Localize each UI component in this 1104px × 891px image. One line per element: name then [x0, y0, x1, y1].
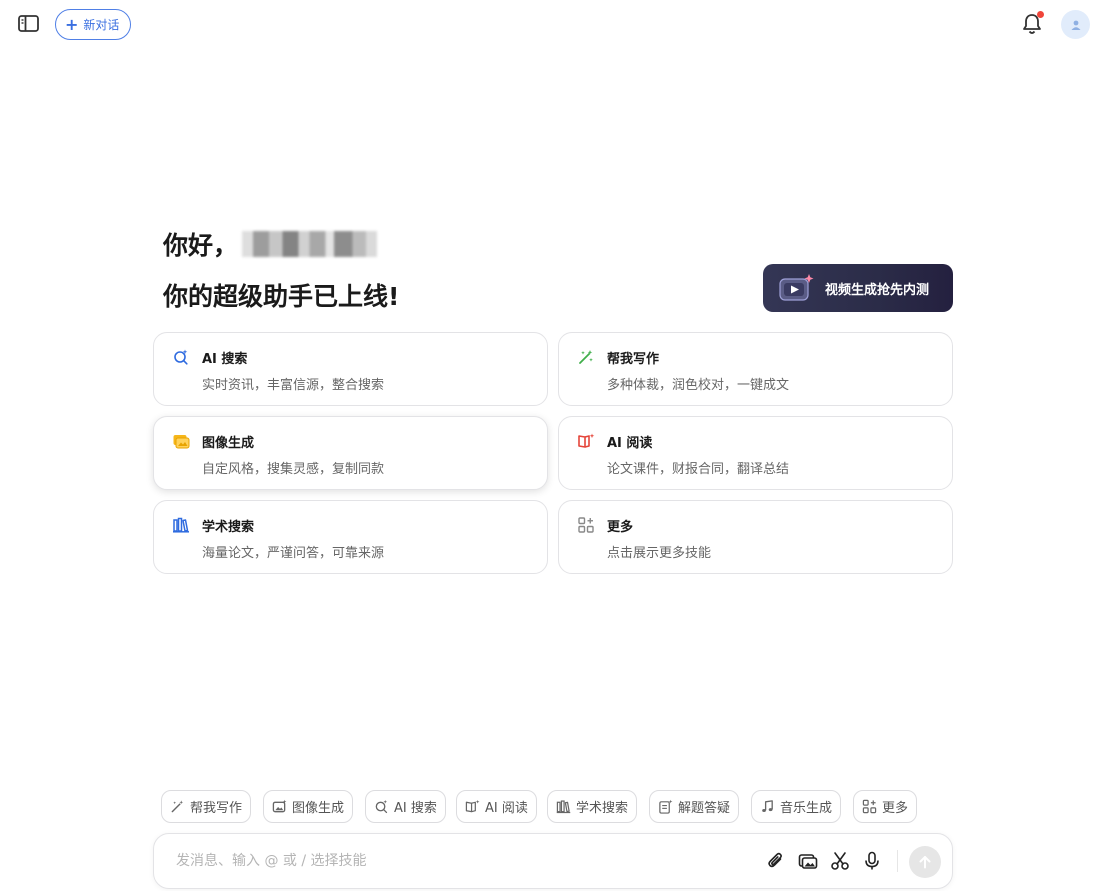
card-title: 学术搜索: [202, 520, 255, 535]
chip-ai-reading[interactable]: AI 阅读: [456, 790, 537, 823]
writing-icon: [579, 350, 593, 364]
card-title: AI 阅读: [607, 436, 653, 451]
chip-label: 解题答疑: [678, 801, 731, 816]
plus-icon: +: [65, 14, 79, 34]
promo-label: 视频生成抢先内测: [825, 282, 930, 298]
ai-reading-icon: [578, 433, 595, 448]
chip-label: 音乐生成: [780, 801, 833, 816]
greeting-subtitle: 你的超级助手已上线!: [163, 282, 400, 311]
academic-search-icon: [173, 517, 189, 533]
writing-icon: [171, 800, 184, 813]
blurred-username: [242, 231, 378, 257]
ai-search-icon: [174, 349, 188, 365]
chip-label: 更多: [882, 801, 909, 816]
more-grid-icon: [578, 517, 594, 533]
chip-more[interactable]: 更多: [853, 790, 918, 823]
card-writing[interactable]: 帮我写作 多种体裁，润色校对，一键成文: [558, 332, 953, 406]
card-ai-search[interactable]: AI 搜索 实时资讯，丰富信源，整合搜索: [153, 332, 548, 406]
greeting-hello: 你好，: [163, 231, 239, 260]
notification-dot: [1037, 11, 1044, 18]
card-description: 点击展示更多技能: [607, 546, 712, 561]
user-icon: [1071, 20, 1080, 30]
chip-label: 学术搜索: [576, 801, 629, 816]
card-more[interactable]: 更多 点击展示更多技能: [558, 500, 953, 574]
image-gen-icon: [173, 435, 190, 449]
chip-academic-search[interactable]: 学术搜索: [547, 790, 638, 823]
page: + 新对话 你好， 你的超级助手已上线! 视频生成抢先内测 AI 搜索 实时资讯…: [0, 0, 1104, 891]
music-note-icon: [762, 800, 773, 813]
send-button[interactable]: [909, 846, 941, 878]
chip-problem-solving[interactable]: 解题答疑: [649, 790, 740, 823]
chip-label: 图像生成: [292, 801, 345, 816]
card-description: 海量论文，严谨问答，可靠来源: [202, 546, 385, 561]
chip-writing[interactable]: 帮我写作: [161, 790, 252, 823]
card-ai-reading[interactable]: AI 阅读 论文课件，财报合同，翻译总结: [558, 416, 953, 490]
academic-search-icon: [556, 800, 571, 814]
sidebar-toggle-icon[interactable]: [17, 14, 41, 34]
scissors-icon[interactable]: [829, 850, 851, 872]
image-upload-icon[interactable]: [797, 850, 819, 872]
ai-search-icon: [375, 799, 388, 814]
card-image-generation[interactable]: 图像生成 自定风格，搜集灵感，复制同款: [153, 416, 548, 490]
toolbar-divider: [897, 850, 898, 872]
chip-image-generation[interactable]: 图像生成: [263, 790, 354, 823]
image-gen-icon: [272, 799, 287, 813]
chip-label: AI 阅读: [485, 801, 528, 816]
card-description: 自定风格，搜集灵感，复制同款: [202, 462, 385, 477]
card-academic-search[interactable]: 学术搜索 海量论文，严谨问答，可靠来源: [153, 500, 548, 574]
card-title: 帮我写作: [607, 352, 660, 367]
video-generation-promo-button[interactable]: 视频生成抢先内测: [763, 264, 953, 312]
ai-reading-icon: [465, 799, 480, 813]
greeting-heading: 你好，: [163, 226, 378, 262]
user-avatar[interactable]: [1061, 10, 1090, 39]
chip-label: 帮我写作: [190, 801, 243, 816]
problem-solving-icon: [659, 799, 673, 814]
message-input[interactable]: [176, 850, 736, 872]
chip-music-generation[interactable]: 音乐生成: [751, 790, 842, 823]
card-title: AI 搜索: [202, 352, 248, 367]
chip-ai-search[interactable]: AI 搜索: [365, 790, 446, 823]
video-play-icon: [779, 274, 814, 301]
card-title: 图像生成: [202, 436, 255, 451]
card-description: 多种体裁，润色校对，一键成文: [607, 378, 790, 393]
message-composer: [153, 833, 953, 889]
more-grid-icon: [862, 799, 877, 814]
attachment-paperclip-icon[interactable]: [765, 850, 787, 872]
new-chat-label: 新对话: [83, 18, 120, 32]
card-description: 论文课件，财报合同，翻译总结: [607, 462, 790, 477]
arrow-up-icon: [919, 856, 931, 869]
card-description: 实时资讯，丰富信源，整合搜索: [202, 378, 385, 393]
microphone-icon[interactable]: [861, 850, 883, 872]
chip-label: AI 搜索: [394, 801, 437, 816]
card-title: 更多: [607, 520, 634, 535]
new-chat-button[interactable]: + 新对话: [55, 9, 132, 40]
